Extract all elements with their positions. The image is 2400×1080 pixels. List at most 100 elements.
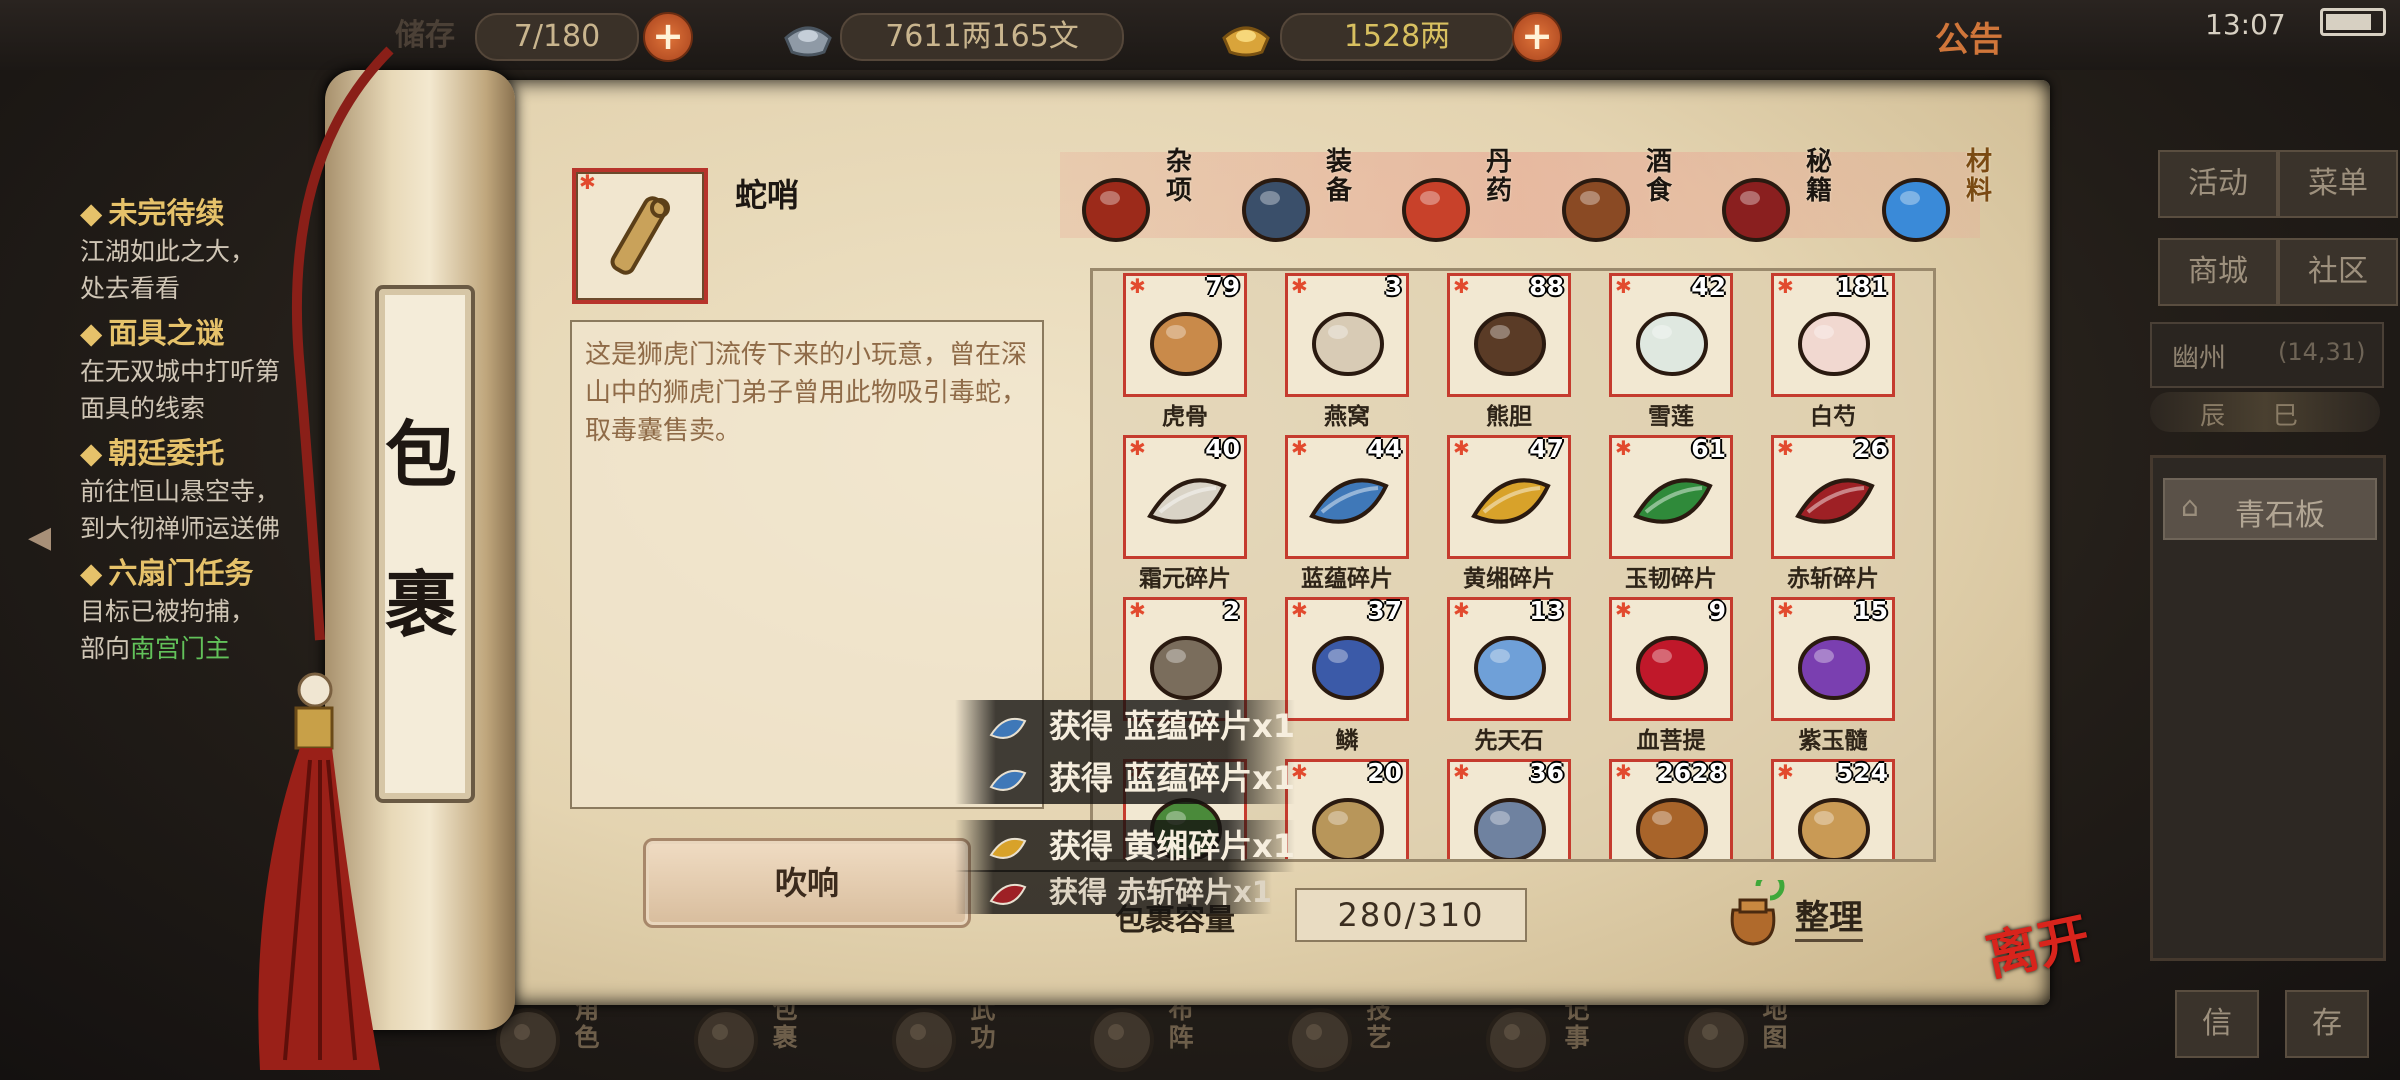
item-count: 37 xyxy=(1367,596,1402,625)
item-slot[interactable]: ✱ 47 xyxy=(1447,434,1571,559)
item-slot[interactable]: ✱ 37 xyxy=(1285,596,1409,721)
menu-button[interactable]: 菜单 xyxy=(2278,150,2398,218)
mini-inventory-panel: ⌂ 青石板 xyxy=(2150,455,2386,961)
quest-text: 处去看看 xyxy=(80,274,181,303)
item-name: 雪莲 xyxy=(1648,404,1694,430)
tab-pill[interactable]: 丹药 xyxy=(1390,140,1540,250)
use-item-button[interactable]: 吹响 xyxy=(643,838,971,928)
reward-toast: 获得 赤斩碎片x1 xyxy=(955,870,1272,914)
item-name: 先天石 xyxy=(1474,728,1544,754)
item-slot[interactable]: ✱ 79 xyxy=(1123,272,1247,397)
whistle-icon xyxy=(610,196,670,275)
item-name: 虎骨 xyxy=(1162,404,1208,430)
diamond-icon: ◆ xyxy=(80,556,103,590)
community-button[interactable]: 社区 xyxy=(2278,238,2398,306)
quest-title[interactable]: ◆ 未完待续 xyxy=(80,190,224,230)
item-name: 熊胆 xyxy=(1486,404,1532,430)
martial-arts-icon xyxy=(892,1008,956,1072)
item-slot[interactable]: ✱ 524 xyxy=(1771,758,1895,859)
selected-item-name: 蛇哨 xyxy=(735,176,800,214)
diamond-icon: ◆ xyxy=(80,436,103,470)
selected-item-slot: ✱ xyxy=(572,168,708,304)
tab-jar[interactable]: 杂项 xyxy=(1070,140,1220,250)
item-name: 赤斩碎片 xyxy=(1787,566,1879,592)
time-of-day-bar: 辰 巳 xyxy=(2150,392,2380,432)
book-icon xyxy=(1722,178,1790,242)
shard-icon xyxy=(1309,478,1389,524)
item-slot[interactable]: ✱ 3 xyxy=(1285,272,1409,397)
quest-title[interactable]: ◆ 朝廷委托 xyxy=(80,430,224,470)
item-name: 玉韧碎片 xyxy=(1625,566,1717,592)
item-slot[interactable]: ✱ 9 xyxy=(1609,596,1733,721)
ore-icon xyxy=(1474,798,1546,859)
shop-button[interactable]: 商城 xyxy=(2158,238,2278,306)
tab-food[interactable]: 酒食 xyxy=(1550,140,1700,250)
gold-amount: 1528两 xyxy=(1280,13,1514,61)
item-slot[interactable]: ✱ 40 xyxy=(1123,434,1247,559)
diamond-icon: ◆ xyxy=(80,316,103,350)
map-item-button[interactable]: ⌂ 青石板 xyxy=(2163,478,2377,540)
battery-icon xyxy=(2320,8,2386,36)
toast-text: 获得 黄缃碎片x1 xyxy=(1049,827,1296,865)
item-slot[interactable]: ✱ 26 xyxy=(1771,434,1895,559)
quest-text: 面具的线索 xyxy=(80,394,206,423)
tab-book[interactable]: 秘籍 xyxy=(1710,140,1860,250)
capacity-value: 280/310 xyxy=(1295,888,1527,942)
item-slot[interactable]: ✱ 20 xyxy=(1285,758,1409,859)
food-icon xyxy=(1562,178,1630,242)
map-icon xyxy=(1684,1008,1748,1072)
location-name: 幽州 xyxy=(2172,343,2226,374)
shard-icon xyxy=(1795,478,1875,524)
item-slot[interactable]: ✱ 15 xyxy=(1771,596,1895,721)
tab-label: 丹药 xyxy=(1485,147,1512,206)
sort-bag-icon[interactable] xyxy=(1718,880,1788,950)
item-slot[interactable]: ✱ 36 xyxy=(1447,758,1571,859)
time-of-day-label: 辰 巳 xyxy=(2200,401,2318,430)
quest-title[interactable]: ◆ 六扇门任务 xyxy=(80,550,253,590)
item-slot[interactable]: ✱ 88 xyxy=(1447,272,1571,397)
crystal-icon xyxy=(1882,178,1950,242)
item-slot[interactable]: ✱ 13 xyxy=(1447,596,1571,721)
plus-icon[interactable]: + xyxy=(1512,12,1562,62)
item-count: 42 xyxy=(1691,272,1726,301)
item-slot[interactable]: ✱ 44 xyxy=(1285,434,1409,559)
clock: 13:07 xyxy=(2205,8,2286,41)
save-button[interactable]: 存 xyxy=(2285,990,2369,1058)
item-slot[interactable]: ✱ 2628 xyxy=(1609,758,1733,859)
sort-button[interactable]: 整理 xyxy=(1795,890,1863,942)
announcement-button[interactable]: 公告 xyxy=(1935,12,2003,61)
mail-button[interactable]: 信 xyxy=(2175,990,2259,1058)
tab-label: 装备 xyxy=(1325,147,1352,206)
shard-icon xyxy=(989,883,1027,905)
tab-equipment[interactable]: 装备 xyxy=(1230,140,1380,250)
item-count: 2 xyxy=(1222,596,1240,625)
item-slot[interactable]: ✱ 181 xyxy=(1771,272,1895,397)
quest-title-text: 未完待续 xyxy=(108,196,225,230)
activity-button[interactable]: 活动 xyxy=(2158,150,2278,218)
skill-icon xyxy=(1288,1008,1352,1072)
home-icon: ⌂ xyxy=(2181,490,2199,523)
quest-title-text: 面具之谜 xyxy=(108,316,225,350)
silver-amount: 7611两165文 xyxy=(840,13,1124,61)
tab-crystal[interactable]: 材料 xyxy=(1870,140,2020,250)
gold-ingot-icon xyxy=(1222,26,1270,57)
item-count: 44 xyxy=(1367,434,1402,463)
item-slot[interactable]: ✱ 42 xyxy=(1609,272,1733,397)
item-slot[interactable]: ✱ 61 xyxy=(1609,434,1733,559)
map-item-label: 青石板 xyxy=(2235,498,2325,533)
bone-icon xyxy=(1150,312,1222,376)
plus-icon[interactable]: + xyxy=(643,12,693,62)
item-count: 15 xyxy=(1853,596,1888,625)
shard-icon xyxy=(1633,478,1713,524)
quest-title[interactable]: ◆ 面具之谜 xyxy=(80,310,224,350)
equipment-icon xyxy=(1242,178,1310,242)
item-name: 霜元碎片 xyxy=(1139,566,1231,592)
item-name: 蓝蕴碎片 xyxy=(1301,566,1393,592)
item-count: 13 xyxy=(1529,596,1564,625)
leather-icon xyxy=(1636,798,1708,859)
collapse-arrow-icon[interactable]: ◀ xyxy=(28,520,51,555)
item-count: 2628 xyxy=(1656,758,1726,787)
silver-ingot-icon xyxy=(784,26,832,57)
peony-icon xyxy=(1798,312,1870,376)
dragon-icon xyxy=(1312,798,1384,859)
